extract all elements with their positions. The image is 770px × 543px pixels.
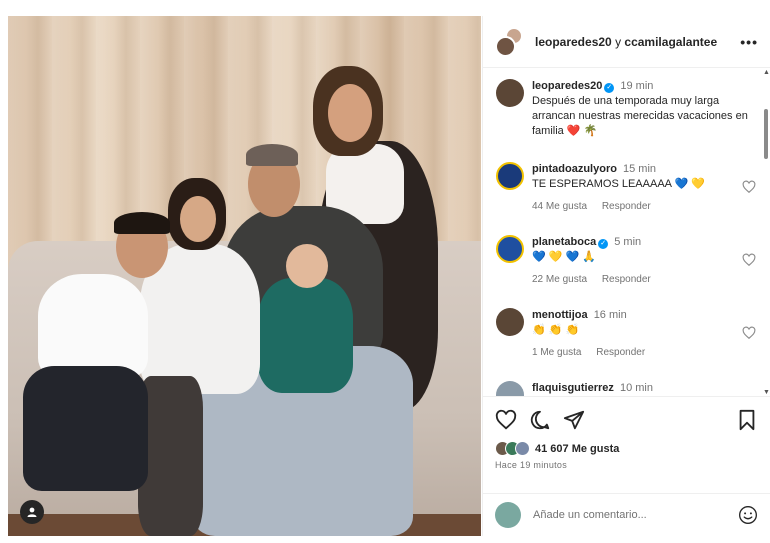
avatar[interactable] [496,381,524,396]
comment-username[interactable]: menottijoa [532,309,588,321]
likes-count[interactable]: 41 607 Me gusta [535,443,619,455]
list-item: planetaboca ✓ 5 min 💙 💛 💙 🙏 22 Me gusta R… [496,235,756,287]
avatar[interactable] [496,308,524,336]
like-comment-icon[interactable] [742,326,756,340]
avatar [495,35,516,57]
person-boy-hair [114,212,170,234]
reply-button[interactable]: Responder [602,274,651,285]
verified-icon: ✓ [604,83,615,93]
post-timestamp: Hace 19 minutos [495,460,568,470]
avatar [495,502,521,528]
add-comment-bar [483,493,770,536]
emoji-icon[interactable] [738,505,758,525]
post-actions: 41 607 Me gusta Hace 19 minutos [483,396,770,470]
post-panel: leoparedes20 y ccamilagalantee ••• leopa… [482,16,770,536]
caption-text: Después de una temporada muy larga arran… [532,95,748,137]
reply-button[interactable]: Responder [596,347,645,358]
comment-username[interactable]: pintadoazulyoro [532,163,617,175]
scroll-up-icon[interactable]: ▲ [763,69,770,76]
scroll-down-icon[interactable]: ▼ [763,389,770,396]
comment-input[interactable] [533,509,738,521]
like-heart-icon[interactable] [495,409,517,431]
comment-time: 10 min [619,382,653,394]
avatar[interactable] [496,79,524,107]
comment-likes[interactable]: 22 Me gusta [532,274,587,285]
list-item: pintadoazulyoro 15 min TE ESPERAMOS LEAA… [496,162,756,214]
author-link[interactable]: ccamilagalantee [624,35,717,49]
bookmark-icon[interactable] [736,409,758,431]
comments-scrollbar[interactable]: ▲ ▼ [762,69,770,396]
comment-icon[interactable] [529,409,551,431]
collab-avatars[interactable] [495,26,525,57]
comments-list[interactable]: leoparedes20 ✓ 19 min Después de una temp… [483,69,765,396]
avatar [515,441,530,456]
avatar[interactable] [496,235,524,263]
more-options-button[interactable]: ••• [740,34,758,50]
post-photo[interactable] [8,16,481,536]
scrollbar-thumb[interactable] [764,109,768,159]
comment-time: 16 min [593,309,627,321]
comment-username[interactable]: planetaboca [532,236,596,248]
comment-likes[interactable]: 44 Me gusta [532,201,587,212]
comment-text: 👏 👏 👏 [532,324,580,336]
post-header: leoparedes20 y ccamilagalantee ••• [483,16,770,68]
comment-username[interactable]: flaquisgutierrez [532,382,614,394]
comment-text: TE ESPERAMOS LEAAAAA 💙 💛 [532,178,705,190]
like-comment-icon[interactable] [742,253,756,267]
list-item: flaquisgutierrez 10 min [496,381,756,396]
person-baby [258,278,353,393]
person-boy [38,274,148,379]
verified-icon: ✓ [598,239,609,249]
tagged-users-button[interactable] [20,500,44,524]
list-item: menottijoa 16 min 👏 👏 👏 1 Me gusta Respo… [496,308,756,360]
reply-button[interactable]: Responder [602,201,651,212]
author-link[interactable]: leoparedes20 [535,35,612,49]
post-authors: leoparedes20 y ccamilagalantee [535,35,740,49]
caption-username[interactable]: leoparedes20 [532,80,602,92]
comment-text: 💙 💛 💙 🙏 [532,251,596,263]
share-icon[interactable] [563,409,585,431]
like-comment-icon[interactable] [742,180,756,194]
caption: leoparedes20 ✓ 19 min Después de una temp… [496,79,756,139]
person-father-cap [246,144,298,166]
comment-likes[interactable]: 1 Me gusta [532,347,581,358]
author-connector: y [615,34,622,49]
avatar[interactable] [496,162,524,190]
comment-time: 5 min [614,236,642,248]
person-girl-face [180,196,216,242]
person-boy-legs [23,366,148,491]
comment-time: 15 min [623,163,657,175]
caption-time: 19 min [620,80,654,92]
user-icon [27,507,37,517]
person-mother-face [328,84,372,142]
person-baby-head [286,244,328,288]
